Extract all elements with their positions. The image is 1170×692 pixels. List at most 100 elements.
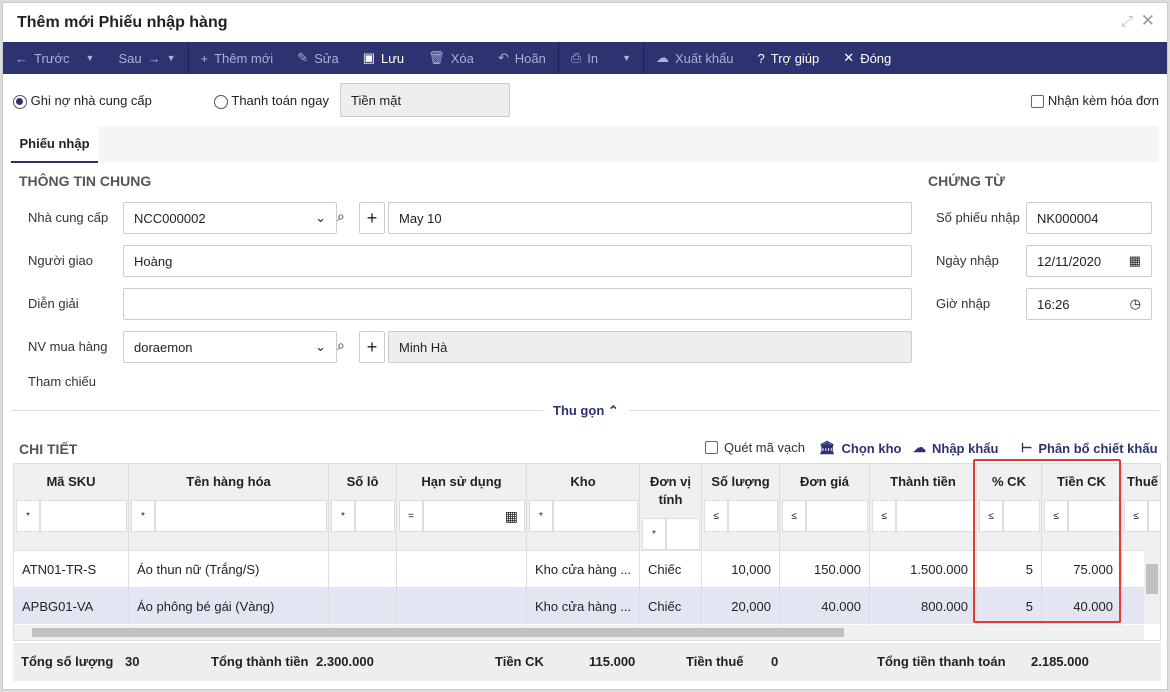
radio-debt[interactable]: Ghi nợ nhà cung cấp bbox=[13, 93, 152, 109]
filter-operator[interactable]: * bbox=[131, 500, 155, 532]
search-list-icon[interactable]: ⌕ bbox=[337, 337, 345, 354]
undo-icon: ↶ bbox=[497, 50, 509, 65]
vertical-scrollbar[interactable] bbox=[1144, 550, 1160, 624]
description-field[interactable] bbox=[123, 288, 912, 320]
filter-operator[interactable]: * bbox=[642, 518, 666, 550]
edit-button[interactable]: ✎ Sửa bbox=[285, 42, 351, 74]
column-header[interactable]: Thuế bbox=[1122, 464, 1160, 498]
horizontal-scrollbar[interactable] bbox=[14, 625, 1144, 640]
add-button[interactable]: + Thêm mới bbox=[189, 42, 286, 74]
filter-input[interactable] bbox=[666, 518, 700, 550]
column-header[interactable]: Kho bbox=[527, 464, 639, 498]
filter-input[interactable]: ▦ bbox=[423, 500, 525, 532]
column-header[interactable]: Tiền CK bbox=[1042, 464, 1121, 498]
filter-operator[interactable]: * bbox=[16, 500, 40, 532]
table-cell[interactable]: 40.000 bbox=[780, 587, 869, 624]
table-cell[interactable]: ATN01-TR-S bbox=[14, 550, 128, 587]
table-cell[interactable]: 5 bbox=[977, 550, 1041, 587]
column-header[interactable]: Thành tiền bbox=[870, 464, 976, 498]
next-button[interactable]: Sau → ▼ bbox=[106, 42, 187, 74]
table-cell[interactable]: 10,000 bbox=[702, 550, 779, 587]
tab-phieu-nhap[interactable]: Phiếu nhập bbox=[11, 126, 98, 163]
filter-input[interactable] bbox=[553, 500, 638, 532]
radio-pay-now[interactable]: Thanh toán ngay bbox=[214, 93, 329, 109]
table-cell[interactable] bbox=[329, 587, 396, 624]
search-list-icon[interactable]: ⌕ bbox=[337, 208, 345, 225]
table-cell[interactable]: 40.000 bbox=[1042, 587, 1121, 624]
filter-operator[interactable]: ≤ bbox=[1124, 500, 1148, 532]
table-cell[interactable]: 800.000 bbox=[870, 587, 976, 624]
time-field[interactable]: 16:26 ◷ bbox=[1026, 288, 1152, 320]
column-header[interactable]: Đơn vị tính bbox=[640, 464, 701, 516]
filter-operator[interactable]: ≤ bbox=[782, 500, 806, 532]
column-8: Thành tiền ≤1.500.000 800.000 bbox=[870, 464, 977, 640]
close-button[interactable]: ✕ Đóng bbox=[831, 42, 903, 74]
scan-barcode-checkbox[interactable]: Quét mã vạch bbox=[705, 440, 805, 455]
column-header[interactable]: Đơn giá bbox=[780, 464, 869, 498]
date-field[interactable]: 12/11/2020 ▦ bbox=[1026, 245, 1152, 277]
table-cell[interactable]: 150.000 bbox=[780, 550, 869, 587]
collapse-button[interactable]: Thu gọn ⌃ bbox=[543, 403, 629, 419]
clock-icon[interactable]: ◷ bbox=[1130, 296, 1141, 312]
table-cell[interactable]: Chiếc bbox=[640, 550, 701, 587]
invoice-checkbox[interactable]: Nhận kèm hóa đơn bbox=[1031, 93, 1159, 109]
filter-operator[interactable]: ≤ bbox=[979, 500, 1003, 532]
prev-button[interactable]: ← Trước ▼ bbox=[3, 42, 106, 74]
export-button[interactable]: ☁ Xuất khẩu bbox=[644, 42, 746, 74]
choose-warehouse-button[interactable]: 🏛 Chọn kho bbox=[819, 440, 901, 456]
print-button[interactable]: ⎙ In ▼ bbox=[559, 42, 643, 74]
allocate-discount-button[interactable]: ⊢ Phân bổ chiết khấu bbox=[1021, 440, 1158, 456]
filter-input[interactable] bbox=[1148, 500, 1160, 532]
table-cell[interactable]: Áo thun nữ (Trắng/S) bbox=[129, 550, 328, 587]
add-supplier-button[interactable]: + bbox=[359, 202, 385, 234]
calendar-icon[interactable]: ▦ bbox=[1129, 253, 1141, 269]
filter-input[interactable] bbox=[40, 500, 127, 532]
filter-operator[interactable]: = bbox=[399, 500, 423, 532]
filter-input[interactable] bbox=[355, 500, 395, 532]
column-header[interactable]: Tên hàng hóa bbox=[129, 464, 328, 498]
filter-input[interactable] bbox=[728, 500, 778, 532]
column-1: Tên hàng hóa * Áo thun nữ (Trắng/S) Áo phôn… bbox=[129, 464, 329, 640]
payment-method-field[interactable]: Tiền mặt bbox=[340, 83, 510, 117]
add-buyer-button[interactable]: + bbox=[359, 331, 385, 363]
filter-operator[interactable]: ≤ bbox=[872, 500, 896, 532]
filter-operator[interactable]: ≤ bbox=[704, 500, 728, 532]
column-header[interactable]: % CK bbox=[977, 464, 1041, 498]
table-cell[interactable]: 20,000 bbox=[702, 587, 779, 624]
filter-input[interactable] bbox=[896, 500, 975, 532]
voucher-no-field[interactable]: NK000004 bbox=[1026, 202, 1152, 234]
table-cell[interactable]: Áo phông bé gái (Vàng) bbox=[129, 587, 328, 624]
save-button[interactable]: ▣ Lưu bbox=[351, 42, 416, 74]
column-header[interactable]: Hạn sử dụng bbox=[397, 464, 526, 498]
table-cell[interactable]: APBG01-VA bbox=[14, 587, 128, 624]
table-cell[interactable]: 1.500.000 bbox=[870, 550, 976, 587]
table-cell[interactable]: 75.000 bbox=[1042, 550, 1121, 587]
table-cell[interactable]: 5 bbox=[977, 587, 1041, 624]
filter-input[interactable] bbox=[155, 500, 327, 532]
table-cell[interactable]: Kho cửa hàng ... bbox=[527, 550, 639, 587]
deliverer-field[interactable]: Hoàng bbox=[123, 245, 912, 277]
filter-operator[interactable]: * bbox=[331, 500, 355, 532]
filter-input[interactable] bbox=[1068, 500, 1120, 532]
table-cell[interactable] bbox=[397, 550, 526, 587]
supplier-code-select[interactable]: NCC000002 ⌄ bbox=[123, 202, 337, 234]
table-cell[interactable]: Kho cửa hàng ... bbox=[527, 587, 639, 624]
import-button[interactable]: ☁ Nhập khẩu bbox=[913, 440, 998, 456]
delete-button[interactable]: 🗑 Xóa bbox=[416, 42, 486, 74]
close-icon[interactable]: ✕ bbox=[1141, 11, 1155, 31]
help-button[interactable]: ? Trợ giúp bbox=[746, 42, 832, 74]
maximize-icon[interactable]: ⤢ bbox=[1121, 13, 1133, 30]
table-cell[interactable] bbox=[329, 550, 396, 587]
undo-button[interactable]: ↶ Hoãn bbox=[486, 42, 558, 74]
filter-input[interactable] bbox=[806, 500, 868, 532]
column-header[interactable]: Số lượng bbox=[702, 464, 779, 498]
column-header[interactable]: Mã SKU bbox=[14, 464, 128, 498]
supplier-name-field[interactable]: May 10 bbox=[388, 202, 912, 234]
table-cell[interactable]: Chiếc bbox=[640, 587, 701, 624]
filter-operator[interactable]: * bbox=[529, 500, 553, 532]
filter-operator[interactable]: ≤ bbox=[1044, 500, 1068, 532]
buyer-code-select[interactable]: doraemon ⌄ bbox=[123, 331, 337, 363]
column-header[interactable]: Số lô bbox=[329, 464, 396, 498]
table-cell[interactable] bbox=[397, 587, 526, 624]
filter-input[interactable] bbox=[1003, 500, 1040, 532]
